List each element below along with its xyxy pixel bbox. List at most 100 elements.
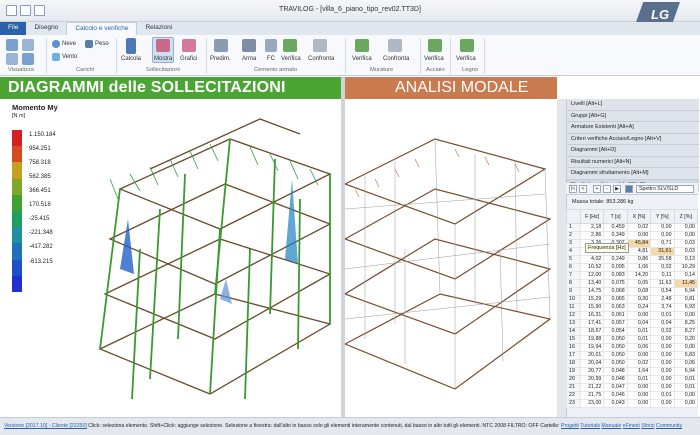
table-cell: 0,02	[626, 359, 652, 368]
first-mode-button[interactable]: |<	[569, 185, 577, 193]
col-header[interactable]: X [%]	[626, 209, 652, 224]
col-header[interactable]: T [s]	[603, 209, 628, 224]
table-cell: 16	[566, 343, 581, 352]
verifica-acciaio-button[interactable]: Verifica	[424, 56, 444, 62]
panel-item-diagrammi[interactable]: Diagrammi [Alt+D]	[567, 145, 699, 157]
zoom-icon[interactable]	[6, 39, 18, 51]
grafici-button[interactable]: Grafici	[180, 56, 197, 62]
table-cell: 0,00	[673, 391, 699, 400]
verifica-ca-button[interactable]: Verifica	[281, 56, 301, 62]
vento-button[interactable]: Vento	[62, 54, 77, 60]
table-row[interactable]: 5 4,02 0,249 0,86 35,58 0,13	[566, 255, 699, 264]
tab-disegno[interactable]: Disegno	[26, 22, 66, 35]
stress-diagram-viewport[interactable]: Momento My [N m] 1.150.184 954.251 758.3…	[0, 99, 341, 417]
table-row[interactable]: 12 16,31 0,061 0,00 0,01 0,00	[566, 311, 699, 320]
col-header[interactable]: Y [%]	[650, 209, 675, 224]
tab-relazioni[interactable]: Relazioni	[137, 22, 180, 35]
zoom-window-icon[interactable]	[6, 53, 18, 65]
prev-mode-button[interactable]: <	[579, 185, 587, 193]
link-manuale[interactable]: Manuale	[601, 423, 621, 429]
table-row[interactable]: 22 21,75 0,046 0,00 0,01 0,00	[566, 391, 699, 400]
peso-button[interactable]: Peso	[95, 41, 109, 47]
table-row[interactable]: 2 2,86 0,349 0,00 0,00 0,00	[566, 231, 699, 240]
table-cell: 0,043	[603, 399, 628, 408]
table-cell: 3	[566, 239, 581, 248]
table-row[interactable]: 15 19,88 0,050 0,01 0,00 0,20	[566, 335, 699, 344]
right-banner: ANALISI MODALE	[343, 77, 557, 99]
add-button[interactable]: +	[593, 185, 601, 193]
confronta-ca-button[interactable]: Confronta	[308, 56, 334, 62]
table-row[interactable]: 9 14,75 0,068 0,08 0,54 6,94	[566, 287, 699, 296]
table-row[interactable]: 17 20,01 0,050 0,00 0,00 5,83	[566, 351, 699, 360]
group-label-cemento-armato: Cemento armato	[254, 67, 298, 73]
modal-analysis-viewport[interactable]	[343, 99, 557, 417]
col-header[interactable]: Z [%]	[673, 209, 699, 224]
masonry-check-icon	[355, 39, 369, 52]
predim-button[interactable]: Predim.	[210, 56, 231, 62]
verifica-murature-button[interactable]: Verifica	[352, 56, 372, 62]
table-cell: 0,057	[603, 319, 628, 328]
table-row[interactable]: 21 21,22 0,047 0,00 0,00 0,01	[566, 383, 699, 392]
table-cell: 8	[566, 279, 581, 288]
table-cell: 0,046	[603, 391, 628, 400]
calcola-button[interactable]: Calcola	[121, 56, 141, 62]
table-cell: 31,61	[650, 247, 675, 256]
table-cell: 0,05	[626, 279, 652, 288]
link-tutorials[interactable]: Tutorials	[580, 423, 600, 429]
fc-icon	[265, 39, 277, 52]
table-row[interactable]: 23 23,00 0,043 0,00 0,00 0,00	[566, 399, 699, 408]
panel-item-criteri[interactable]: Criteri verifiche Acciaio/Legno [Alt+V]	[567, 133, 699, 145]
table-row[interactable]: 14 18,67 0,054 0,01 0,02 8,27	[566, 327, 699, 336]
tab-file[interactable]: File	[0, 22, 27, 35]
panel-item-armature[interactable]: Armature Esistenti [Alt+A]	[567, 122, 699, 134]
mostra-button[interactable]: Mostra	[154, 56, 172, 62]
table-cell: 0,01	[673, 375, 699, 384]
table-cell: 22	[566, 391, 581, 400]
neve-button[interactable]: Neve	[62, 41, 76, 47]
status-text: Click: seleziona elemento. Shift+Click: …	[88, 423, 560, 429]
table-cell: 19,94	[579, 343, 605, 352]
tab-calcolo-verifiche[interactable]: Calcolo e verifiche	[66, 22, 138, 35]
link-community[interactable]: Community	[656, 423, 682, 429]
table-cell: 0,047	[603, 383, 628, 392]
panel-item-livelli[interactable]: Livelli [Alt+L]	[567, 99, 699, 111]
panel-item-risultati-numerici[interactable]: Risultati numerici [Alt+N]	[567, 156, 699, 168]
table-row[interactable]: 19 20,77 0,048 1,64 0,00 6,94	[566, 367, 699, 376]
table-row[interactable]: 7 12,00 0,083 14,20 0,11 0,14	[566, 271, 699, 280]
table-cell: 0,00	[626, 311, 652, 320]
play-button[interactable]: ▶	[613, 185, 621, 193]
legend-value: 954.251	[29, 146, 51, 152]
table-row[interactable]: 18 20,04 0,050 0,02 0,00 0,06	[566, 359, 699, 368]
table-cell: 2,86	[579, 231, 605, 240]
table-cell: 0,06	[673, 359, 699, 368]
table-row[interactable]: 16 19,94 0,050 0,06 0,00 0,00	[566, 343, 699, 352]
table-row[interactable]: 10 15,29 0,065 0,30 2,48 0,81	[566, 295, 699, 304]
table-row[interactable]: 6 10,52 0,095 1,06 0,02 10,29	[566, 263, 699, 272]
table-row[interactable]: 1 2,18 0,459 0,02 0,00 0,00	[566, 223, 699, 232]
col-header[interactable]	[566, 209, 581, 224]
pan-icon[interactable]	[22, 39, 34, 51]
table-row[interactable]: 13 17,41 0,057 0,04 0,04 8,25	[566, 319, 699, 328]
panel-splitter[interactable]	[557, 99, 566, 417]
table-cell: 10	[566, 295, 581, 304]
fc-button[interactable]: FC	[267, 56, 275, 62]
remove-button[interactable]: -	[603, 185, 611, 193]
link-progetti[interactable]: Progetti	[561, 423, 579, 429]
table-cell: 13,40	[579, 279, 605, 288]
table-row[interactable]: 11 15,90 0,063 0,24 3,74 6,93	[566, 303, 699, 312]
panel-item-sfruttamento[interactable]: Diagrammi sfruttamento [Alt+M]	[567, 168, 699, 180]
link-efinest[interactable]: eFinest	[623, 423, 640, 429]
save-icon[interactable]	[625, 185, 633, 193]
version-link[interactable]: Versione [2017.10] - Cliente [22250]	[4, 423, 87, 429]
col-header[interactable]: F [Hz]	[579, 209, 605, 224]
link-sforzi[interactable]: Sforzi	[641, 423, 654, 429]
panel-item-gruppi[interactable]: Gruppi [Alt+G]	[567, 110, 699, 122]
table-cell: 11,63	[650, 279, 675, 288]
spectrum-select[interactable]: Spettro SLV/SLD	[636, 185, 694, 193]
table-row[interactable]: 8 13,40 0,075 0,05 11,63 11,45	[566, 279, 699, 288]
rotate-icon[interactable]	[22, 53, 34, 65]
verifica-legno-button[interactable]: Verifica	[456, 56, 476, 62]
arma-button[interactable]: Arma	[242, 56, 256, 62]
table-row[interactable]: 20 20,99 0,048 0,01 0,00 0,01	[566, 375, 699, 384]
confronta-murature-button[interactable]: Confronta	[383, 56, 409, 62]
